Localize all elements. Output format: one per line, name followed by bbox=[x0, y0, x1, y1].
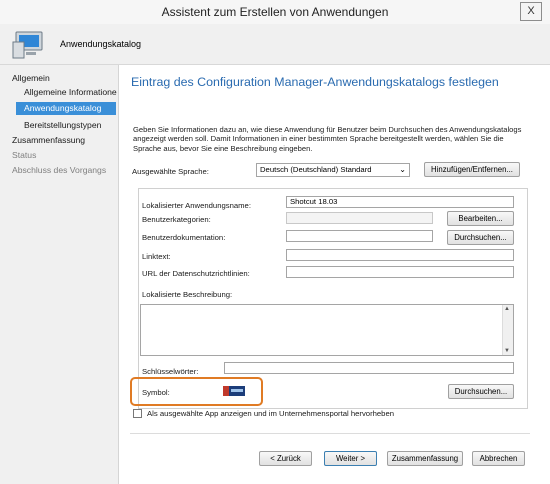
back-button[interactable]: < Zurück bbox=[259, 451, 312, 466]
localized-description-label: Lokalisierte Beschreibung: bbox=[142, 290, 233, 299]
chevron-down-icon: ⌄ bbox=[399, 165, 406, 174]
localized-name-input[interactable]: Shotcut 18.03 bbox=[286, 196, 514, 208]
wizard-step-title: Anwendungskatalog bbox=[60, 39, 142, 49]
page-title: Eintrag des Configuration Manager-Anwend… bbox=[131, 75, 499, 89]
language-select[interactable]: Deutsch (Deutschland) Standard ⌄ bbox=[256, 163, 410, 177]
scroll-down-icon[interactable]: ▼ bbox=[504, 348, 510, 354]
keywords-input[interactable] bbox=[224, 362, 514, 374]
localized-name-label: Lokalisierter Anwendungsname: bbox=[142, 201, 251, 210]
sidebar-item-allgemein[interactable]: Allgemein bbox=[12, 73, 50, 83]
linktext-label: Linktext: bbox=[142, 252, 171, 261]
app-symbol-icon bbox=[223, 386, 245, 396]
featured-app-checkbox[interactable] bbox=[133, 409, 142, 418]
sidebar-item-abschluss: Abschluss des Vorgangs bbox=[12, 165, 107, 175]
privacy-url-input[interactable] bbox=[286, 266, 514, 278]
sidebar-item-allgemeine-informationen[interactable]: Allgemeine Informatione bbox=[24, 87, 117, 97]
sidebar-item-status: Status bbox=[12, 150, 37, 160]
cancel-button[interactable]: Abbrechen bbox=[472, 451, 525, 466]
sidebar-item-anwendungskatalog[interactable]: Anwendungskatalog bbox=[16, 102, 116, 115]
language-select-value: Deutsch (Deutschland) Standard bbox=[260, 165, 372, 174]
browse-symbol-button[interactable]: Durchsuchen... bbox=[448, 384, 514, 399]
window-title: Assistent zum Erstellen von Anwendungen bbox=[161, 5, 389, 19]
featured-app-label: Als ausgewählte App anzeigen und im Unte… bbox=[147, 409, 395, 418]
documentation-label: Benutzerdokumentation: bbox=[142, 233, 226, 242]
categories-input bbox=[286, 212, 433, 224]
wizard-sidebar: Allgemein Allgemeine Informatione Anwend… bbox=[0, 65, 118, 484]
edit-categories-button[interactable]: Bearbeiten... bbox=[447, 211, 514, 226]
linktext-input[interactable] bbox=[286, 249, 514, 261]
language-label: Ausgewählte Sprache: bbox=[132, 167, 209, 176]
add-remove-language-button[interactable]: Hinzufügen/Entfernen... bbox=[424, 162, 520, 177]
wizard-header: Anwendungskatalog bbox=[0, 24, 550, 65]
next-button[interactable]: Weiter > bbox=[324, 451, 377, 466]
close-button[interactable]: X bbox=[520, 2, 542, 21]
description-scrollbar[interactable]: ▲ ▼ bbox=[502, 305, 513, 355]
footer-divider bbox=[130, 433, 530, 434]
categories-label: Benutzerkategorien: bbox=[142, 215, 211, 224]
title-bar: Assistent zum Erstellen von Anwendungen … bbox=[0, 0, 550, 25]
summary-button[interactable]: Zusammenfassung bbox=[387, 451, 463, 466]
documentation-input[interactable] bbox=[286, 230, 433, 242]
sidebar-item-zusammenfassung[interactable]: Zusammenfassung bbox=[12, 135, 85, 145]
sidebar-item-bereitstellungstypen[interactable]: Bereitstellungstypen bbox=[24, 120, 101, 130]
computer-icon bbox=[12, 31, 43, 59]
symbol-label: Symbol: bbox=[142, 388, 170, 397]
privacy-url-label: URL der Datenschutzrichtlinien: bbox=[142, 269, 250, 278]
localized-description-textarea[interactable]: ▲ ▼ bbox=[140, 304, 514, 356]
scroll-up-icon[interactable]: ▲ bbox=[504, 306, 510, 312]
keywords-label: Schlüsselwörter: bbox=[142, 367, 199, 376]
page-description: Geben Sie Informationen dazu an, wie die… bbox=[133, 125, 522, 153]
browse-documentation-button[interactable]: Durchsuchen... bbox=[447, 230, 514, 245]
